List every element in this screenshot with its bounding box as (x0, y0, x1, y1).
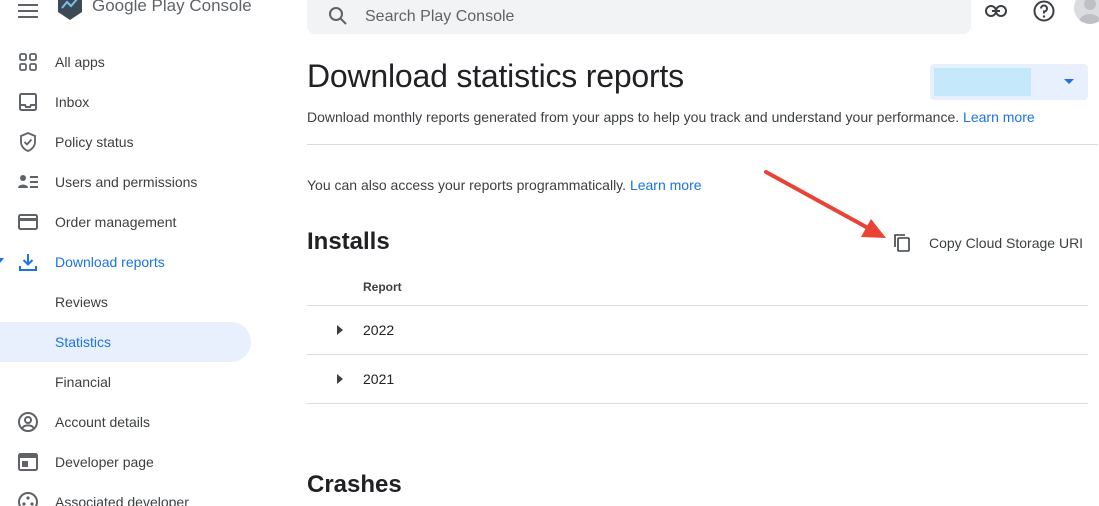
sidebar-item-users-and-permissions[interactable]: Users and permissions (0, 162, 260, 202)
sidebar-item-order-management[interactable]: Order management (0, 202, 260, 242)
developer-icon (16, 490, 40, 506)
search-input[interactable] (365, 7, 925, 26)
sidebar-item-statistics[interactable]: Statistics (0, 322, 251, 362)
sidebar-item-label: Statistics (55, 334, 112, 350)
sidebar-item-all-apps[interactable]: All apps (0, 42, 260, 82)
report-year: 2022 (363, 322, 395, 338)
help-button[interactable] (1032, 0, 1056, 23)
programmatic-learn-more-link[interactable]: Learn more (630, 177, 702, 193)
page-description: Download monthly reports generated from … (307, 109, 1035, 125)
avatar-icon (1079, 0, 1099, 24)
chevron-down-icon (1064, 79, 1074, 84)
installs-section-title: Installs (307, 228, 390, 255)
sidebar-item-inbox[interactable]: Inbox (0, 82, 260, 122)
play-console-logo-icon (58, 0, 82, 20)
sidebar-item-label: Account details (55, 414, 150, 430)
sidebar-item-label: Reviews (55, 294, 108, 310)
download-icon (16, 250, 40, 274)
table-row[interactable]: 2022 (307, 306, 1088, 355)
report-year: 2021 (363, 371, 395, 387)
report-column-header: Report (363, 280, 402, 294)
logo-text: Google Play Console (92, 0, 252, 15)
programmatic-access-note: You can also access your reports program… (307, 177, 702, 193)
search-icon (329, 7, 347, 25)
copy-icon (894, 234, 910, 252)
expand-arrow-icon (337, 325, 343, 335)
table-row[interactable]: 2021 (307, 355, 1088, 404)
link-icon (985, 5, 1007, 17)
caret-down-icon (0, 258, 4, 263)
learn-more-link[interactable]: Learn more (963, 109, 1035, 125)
menu-button[interactable] (14, 0, 42, 22)
credit-card-icon (16, 210, 40, 234)
sidebar-item-policy-status[interactable]: Policy status (0, 122, 260, 162)
link-button[interactable] (984, 0, 1008, 23)
sidebar-item-account-details[interactable]: Account details (0, 402, 260, 442)
sidebar-item-label: Associated developer (55, 494, 189, 506)
avatar[interactable] (1074, 0, 1099, 24)
sidebar-item-developer-page[interactable]: Developer page (0, 442, 260, 482)
sidebar-item-associated-developer[interactable]: Associated developer (0, 482, 260, 506)
play-console-logo[interactable]: Google Play Console (56, 0, 252, 20)
sidebar-item-label: Inbox (55, 94, 90, 110)
sidebar-item-label: All apps (55, 54, 105, 70)
header-divider (307, 144, 1098, 145)
account-circle-icon (16, 410, 40, 434)
sidebar-nav: All apps Inbox Policy status Users and p… (0, 42, 260, 506)
expand-arrow-icon (337, 374, 343, 384)
web-page-icon (16, 450, 40, 474)
sidebar-item-label: Developer page (55, 454, 154, 470)
sidebar-item-label: Users and permissions (55, 174, 198, 190)
sidebar-item-download-reports[interactable]: Download reports (0, 242, 260, 282)
copy-uri-label: Copy Cloud Storage URI (929, 235, 1084, 251)
crashes-section-title: Crashes (307, 471, 402, 498)
sidebar-item-label: Download reports (55, 254, 165, 270)
copy-cloud-storage-uri-button[interactable]: Copy Cloud Storage URI (893, 234, 1083, 252)
sidebar-item-financial[interactable]: Financial (0, 362, 260, 402)
shield-icon (16, 130, 40, 154)
search-bar[interactable] (307, 0, 971, 34)
inbox-icon (16, 90, 40, 114)
row-divider (307, 403, 1088, 404)
sidebar-item-reviews[interactable]: Reviews (0, 282, 260, 322)
note-text: You can also access your reports program… (307, 177, 627, 193)
grid-icon (16, 50, 40, 74)
app-selector-value (934, 68, 1031, 96)
users-icon (16, 170, 40, 194)
sidebar-item-label: Policy status (55, 134, 134, 150)
menu-icon (18, 4, 38, 18)
help-icon (1033, 0, 1055, 22)
page-description-text: Download monthly reports generated from … (307, 109, 960, 125)
app-selector-dropdown[interactable] (930, 64, 1088, 100)
page-title: Download statistics reports (307, 58, 684, 94)
sidebar-item-label: Financial (55, 374, 112, 390)
sidebar-item-label: Order management (55, 214, 177, 230)
